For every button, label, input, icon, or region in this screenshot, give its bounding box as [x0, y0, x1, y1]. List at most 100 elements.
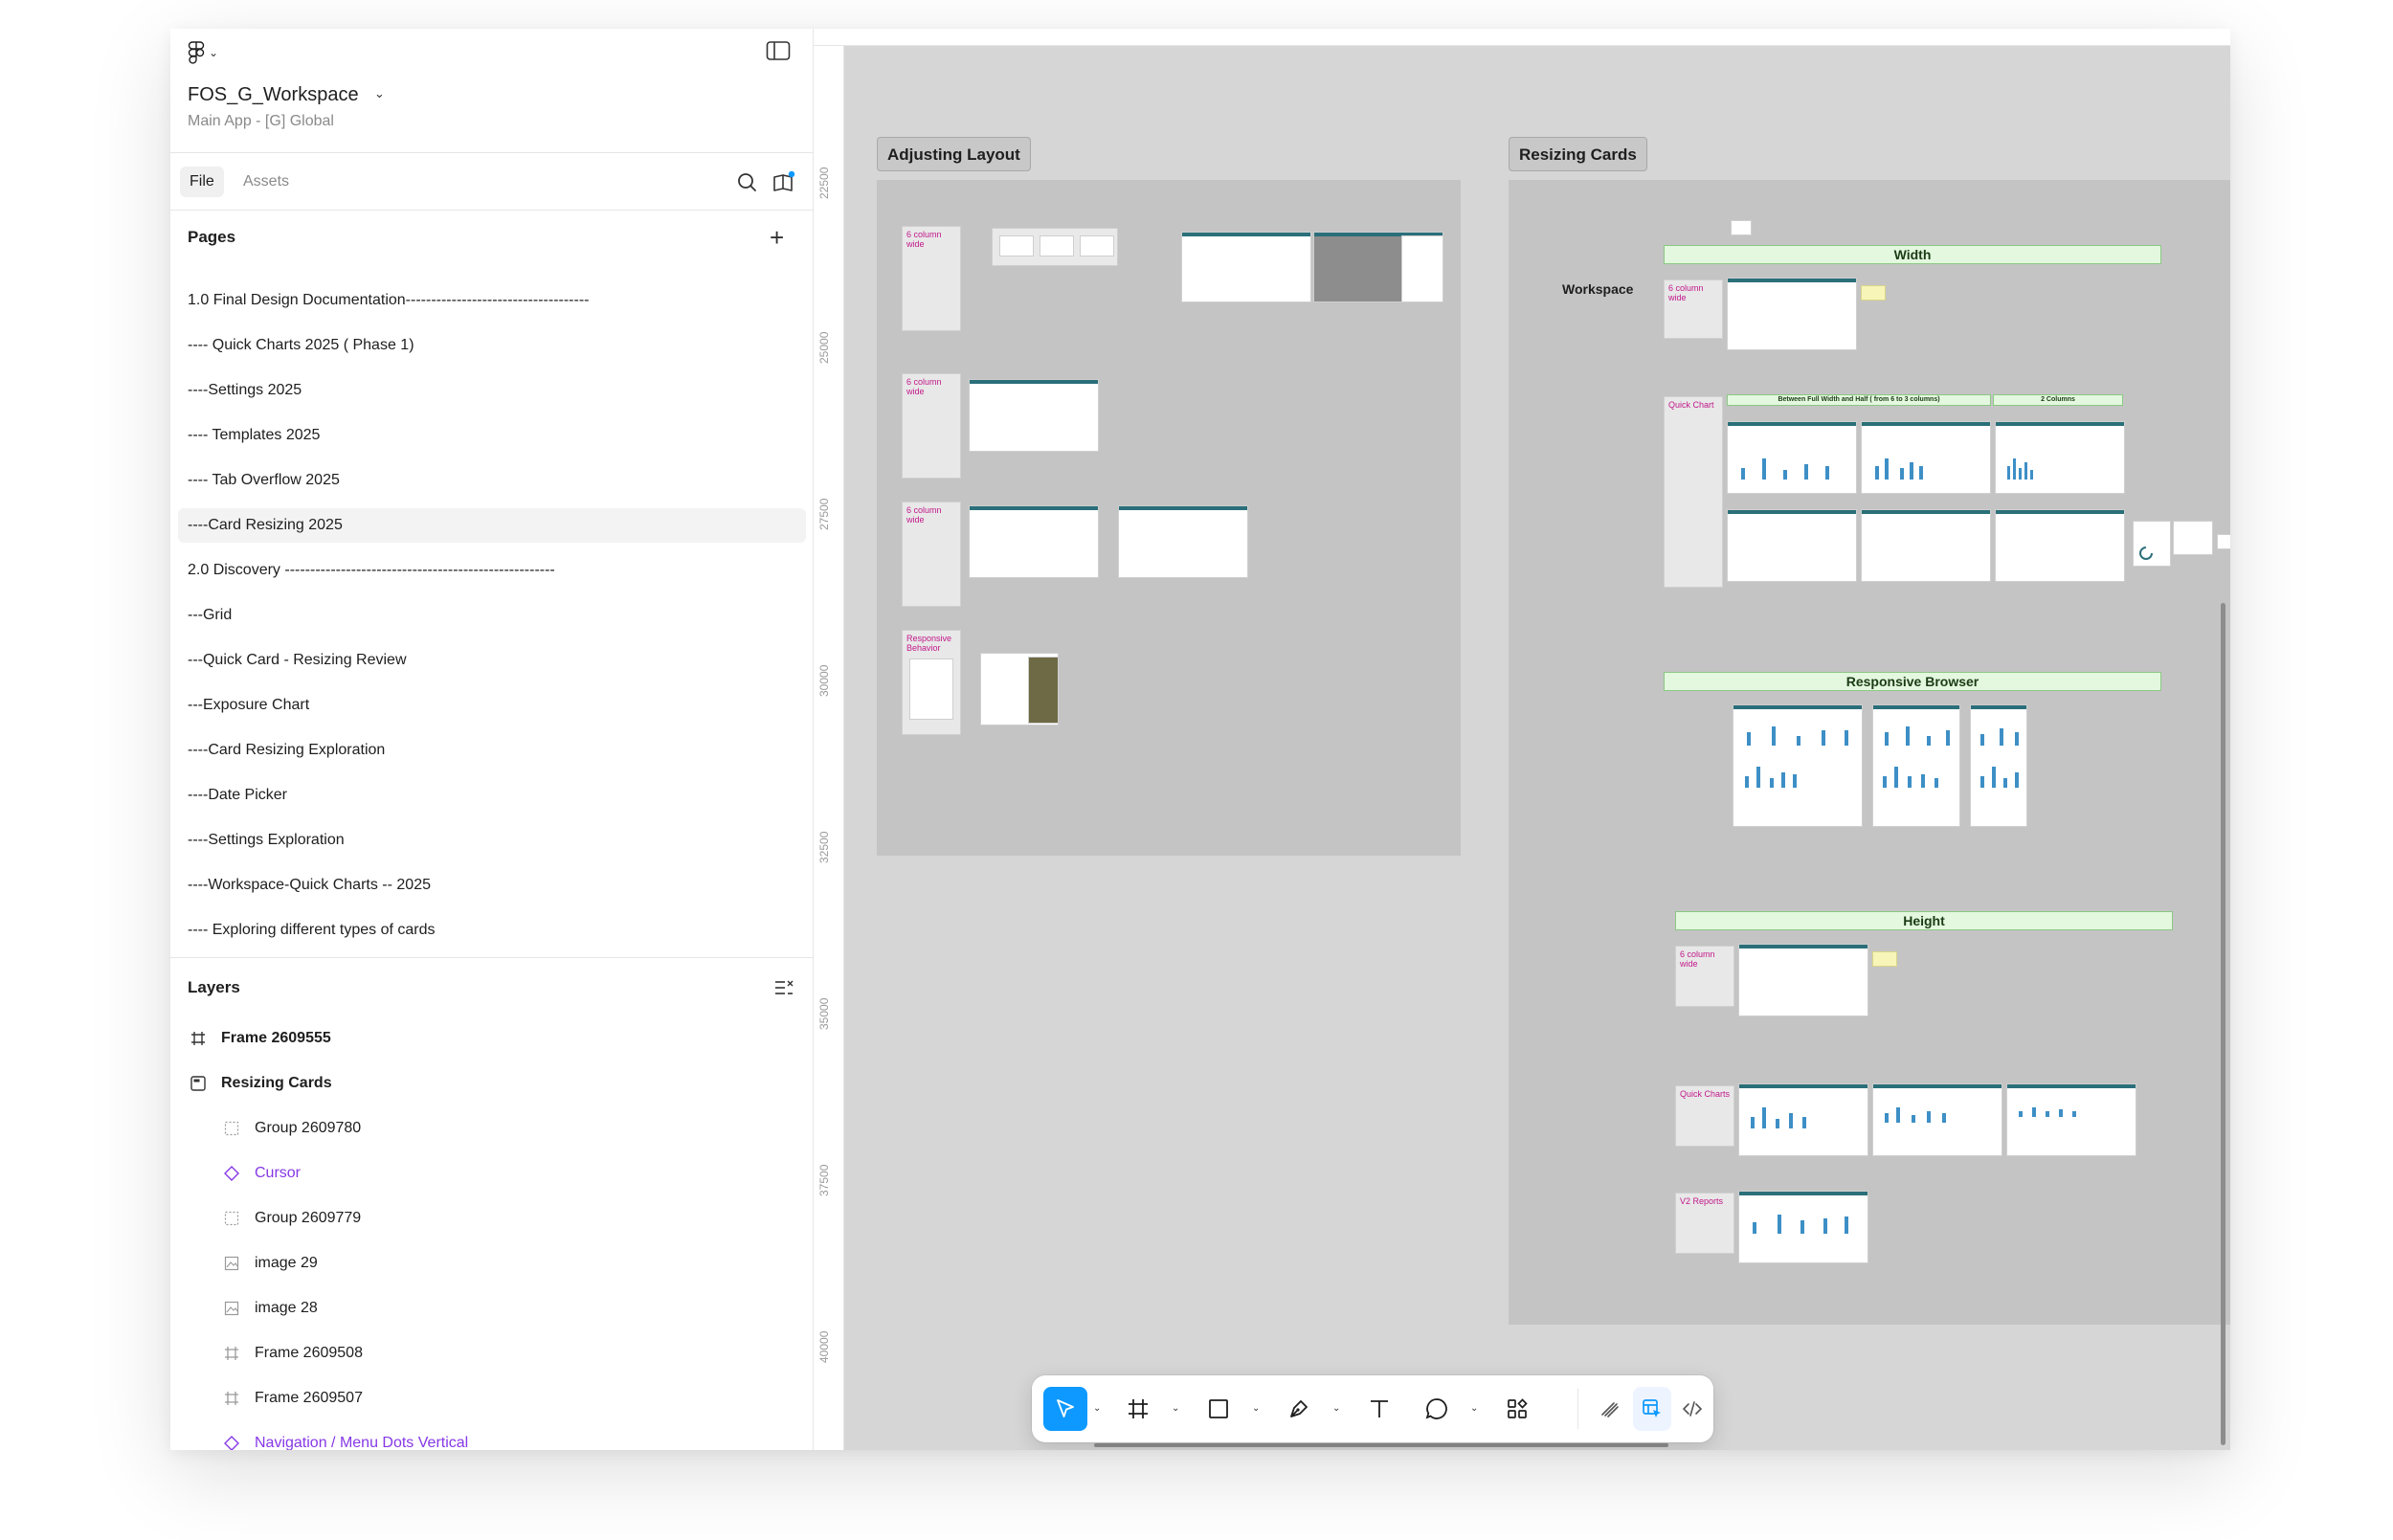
chevron-down-icon[interactable]: ⌄ [1252, 1403, 1260, 1414]
canvas-vertical-scrollbar[interactable] [2221, 603, 2225, 1445]
add-page-icon[interactable]: + [770, 225, 784, 250]
tab-file[interactable]: File [180, 167, 224, 197]
sticky-note[interactable] [1861, 285, 1886, 301]
page-item[interactable]: ---- Quick Charts 2025 ( Phase 1) [178, 328, 806, 363]
chevron-down-icon[interactable]: ⌄ [1093, 1403, 1101, 1414]
layer-row[interactable]: Cursor [170, 1156, 814, 1191]
text-tool-button[interactable] [1357, 1387, 1401, 1431]
tag-six-column-wide[interactable]: 6 column wide [902, 226, 961, 331]
page-item[interactable]: ----Settings Exploration [178, 823, 806, 858]
page-item[interactable]: ---- Exploring different types of cards [178, 913, 806, 948]
dev-mode-button[interactable] [1675, 1387, 1710, 1431]
layer-row[interactable]: image 29 [170, 1246, 814, 1281]
tag-v2-reports[interactable]: V2 Reports [1675, 1193, 1734, 1254]
frame-thumbnail[interactable] [1738, 944, 1868, 1016]
layer-row[interactable]: Group 2609779 [170, 1201, 814, 1236]
chevron-down-icon[interactable]: ⌄ [1470, 1403, 1478, 1414]
chart-card-thumbnail[interactable] [1995, 421, 2125, 494]
frame-thumbnail[interactable] [1181, 232, 1311, 302]
comment-tool-button[interactable] [1415, 1387, 1459, 1431]
layer-row[interactable]: Frame 2609507 [170, 1381, 814, 1416]
chart-card-thumbnail[interactable] [1733, 704, 1863, 827]
page-item[interactable]: ---Grid [178, 598, 806, 633]
frame-thumbnail[interactable] [1401, 235, 1443, 302]
page-item[interactable]: ---- Tab Overflow 2025 [178, 463, 806, 498]
band-width[interactable]: Width [1664, 245, 2161, 264]
file-name[interactable]: FOS_G_Workspace [188, 84, 359, 106]
design-mode-button[interactable] [1633, 1387, 1671, 1431]
band-two-columns[interactable]: 2 Columns [1993, 394, 2123, 406]
tag-quick-charts[interactable]: Quick Charts [1675, 1085, 1734, 1147]
chevron-down-icon[interactable]: ⌄ [1332, 1403, 1340, 1414]
page-item[interactable]: ----Card Resizing Exploration [178, 733, 806, 768]
frame-thumbnail[interactable] [1995, 509, 2125, 582]
band-height[interactable]: Height [1675, 911, 2173, 930]
sticky-note[interactable] [1872, 951, 1897, 967]
draw-mode-button[interactable] [1591, 1387, 1629, 1431]
tab-assets[interactable]: Assets [234, 167, 299, 197]
layer-row[interactable]: image 28 [170, 1291, 814, 1326]
pen-tool-button[interactable] [1277, 1387, 1321, 1431]
canvas-horizontal-scrollbar[interactable] [1094, 1443, 1668, 1447]
page-item[interactable]: ----Date Picker [178, 778, 806, 813]
frame-thumbnail[interactable] [1727, 278, 1857, 350]
frame-thumbnail[interactable] [969, 505, 1099, 578]
band-between[interactable]: Between Full Width and Half ( from 6 to … [1727, 394, 1991, 406]
chart-card-thumbnail[interactable] [1872, 704, 1960, 827]
collapse-layers-icon[interactable] [773, 978, 794, 997]
tag-quick-chart[interactable]: Quick Chart [1664, 396, 1723, 588]
page-item[interactable]: ----Settings 2025 [178, 373, 806, 408]
chart-card-thumbnail[interactable] [1738, 1083, 1868, 1156]
frame-thumbnail[interactable] [1861, 509, 1991, 582]
page-item[interactable]: ----Workspace-Quick Charts -- 2025 [178, 868, 806, 903]
main-menu-button[interactable]: ⌄ [188, 38, 226, 67]
layer-row[interactable]: Group 2609780 [170, 1111, 814, 1146]
file-project-path[interactable]: Main App - [G] Global [188, 113, 334, 130]
tag-six-column-wide[interactable]: 6 column wide [1675, 946, 1734, 1007]
section-label-adjusting-layout[interactable]: Adjusting Layout [877, 137, 1031, 171]
frame-thumbnail[interactable] [1118, 505, 1248, 578]
page-item-selected[interactable]: ----Card Resizing 2025 [178, 508, 806, 543]
page-item[interactable]: 1.0 Final Design Documentation----------… [178, 283, 806, 318]
frame-thumbnail[interactable] [1731, 220, 1752, 235]
frame-thumbnail[interactable] [1080, 235, 1114, 257]
library-icon[interactable] [772, 170, 796, 195]
frame-thumbnail[interactable] [2133, 521, 2171, 567]
design-canvas[interactable]: Adjusting Layout 6 column wide 6 column … [844, 46, 2230, 1450]
frame-thumbnail[interactable] [999, 235, 1034, 257]
chart-card-thumbnail[interactable] [1872, 1083, 2002, 1156]
actions-tool-button[interactable] [1495, 1387, 1539, 1431]
frame-thumbnail[interactable] [909, 658, 953, 720]
chart-card-thumbnail[interactable] [1970, 704, 2027, 827]
frame-thumbnail[interactable] [969, 379, 1099, 452]
chart-card-thumbnail[interactable] [1738, 1191, 1868, 1263]
page-item[interactable]: 2.0 Discovery --------------------------… [178, 553, 806, 588]
page-item[interactable]: ---Exposure Chart [178, 688, 806, 723]
chart-card-thumbnail[interactable] [1861, 421, 1991, 494]
image-thumbnail[interactable] [1028, 657, 1059, 724]
layer-row[interactable]: Frame 2609555 [170, 1021, 814, 1056]
tag-six-column-wide[interactable]: 6 column wide [902, 502, 961, 607]
page-item[interactable]: ---- Templates 2025 [178, 418, 806, 453]
section-resizing-cards[interactable]: Width Workspace 6 column wide Between Fu… [1509, 180, 2230, 1325]
shape-tool-button[interactable] [1196, 1387, 1241, 1431]
section-label-resizing-cards[interactable]: Resizing Cards [1509, 137, 1647, 171]
frame-tool-button[interactable] [1116, 1387, 1160, 1431]
page-item[interactable]: ---Quick Card - Resizing Review [178, 643, 806, 678]
frame-thumbnail[interactable] [1727, 509, 1857, 582]
frame-thumbnail[interactable] [1040, 235, 1074, 257]
search-icon[interactable] [735, 170, 760, 195]
frame-thumbnail[interactable] [2173, 521, 2213, 555]
tag-six-column-wide[interactable]: 6 column wide [902, 373, 961, 479]
layer-row[interactable]: Frame 2609508 [170, 1336, 814, 1371]
chart-card-thumbnail[interactable] [1727, 421, 1857, 494]
layer-row[interactable]: Resizing Cards [170, 1066, 814, 1101]
chevron-down-icon[interactable]: ⌄ [1172, 1403, 1179, 1414]
band-responsive-browser[interactable]: Responsive Browser [1664, 672, 2161, 691]
move-tool-button[interactable] [1043, 1387, 1087, 1431]
tag-six-column-wide[interactable]: 6 column wide [1664, 279, 1723, 339]
chart-card-thumbnail[interactable] [2006, 1083, 2136, 1156]
frame-thumbnail[interactable] [2217, 534, 2230, 549]
layer-row[interactable]: Navigation / Menu Dots Vertical [170, 1426, 814, 1450]
sidebar-toggle-icon[interactable] [766, 40, 791, 61]
